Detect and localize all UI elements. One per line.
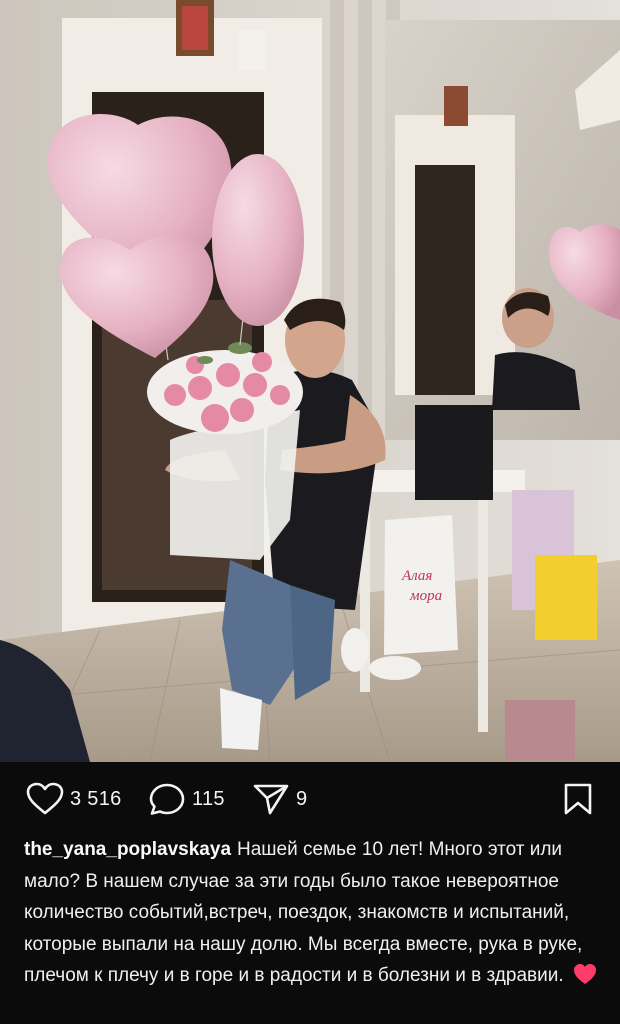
share-icon xyxy=(253,784,289,815)
photo-scene: Алая мора xyxy=(0,0,620,762)
bag-brand-text-2: мора xyxy=(409,588,442,604)
caption-username[interactable]: the_yana_poplavskaya xyxy=(24,839,231,860)
bookmark-icon xyxy=(564,783,592,815)
comment-count: 115 xyxy=(192,787,225,810)
post-footer: 3 516 115 9 the_yana_poplavskaya Нашей се… xyxy=(0,762,620,1024)
action-row: 3 516 115 9 xyxy=(26,782,594,816)
post-caption: the_yana_poplavskaya Нашей семье 10 лет! … xyxy=(24,834,598,992)
bag-brand-text-1: Алая xyxy=(401,568,432,584)
comment-button[interactable]: 115 xyxy=(148,782,225,816)
like-count: 3 516 xyxy=(70,787,122,810)
comment-icon xyxy=(149,783,185,815)
share-button[interactable]: 9 xyxy=(252,782,307,816)
caption-text: Нашей семье 10 лет! Много этот или мало?… xyxy=(24,839,583,986)
red-heart-emoji xyxy=(573,964,596,984)
share-count: 9 xyxy=(296,787,308,810)
like-button[interactable]: 3 516 xyxy=(26,782,122,816)
post-photo[interactable]: Алая мора xyxy=(0,0,620,762)
heart-icon xyxy=(26,782,64,815)
bookmark-button[interactable] xyxy=(562,782,594,816)
